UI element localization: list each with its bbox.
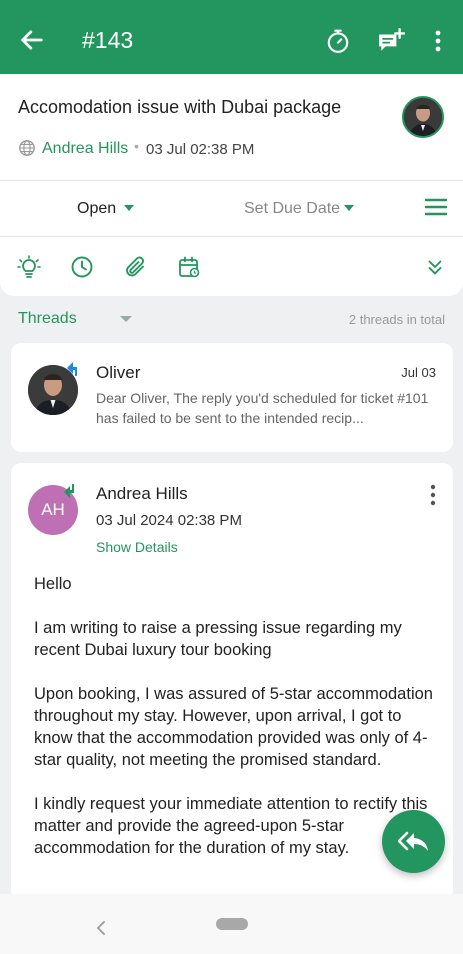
lightbulb-icon[interactable] [17,255,41,279]
timer-icon[interactable] [325,28,351,54]
more-vertical-icon[interactable] [425,483,441,507]
back-arrow-icon[interactable] [18,26,46,54]
nav-back-icon[interactable] [95,921,107,935]
show-details-link[interactable]: Show Details [96,539,178,555]
message-paragraph: Hello [34,575,72,593]
divider [0,236,463,237]
hamburger-menu-icon[interactable] [425,198,447,216]
incoming-arrow-icon [67,362,77,376]
message-paragraph: Upon booking, I was assured of 5-star ac… [34,685,433,769]
status-dropdown[interactable]: Open [77,200,116,218]
message-datetime: 03 Jul 2024 02:38 PM [96,512,242,529]
message-paragraph: I kindly request your immediate attentio… [34,795,428,857]
due-date-dropdown[interactable]: Set Due Date [244,200,340,218]
paperclip-icon[interactable] [123,255,147,279]
message-sender-name: Andrea Hills [96,484,188,503]
created-time: 03 Jul 02:38 PM [146,141,255,158]
thread-date: Jul 03 [401,365,436,380]
app-bar: #143 [0,0,463,74]
globe-icon [19,140,35,156]
status-caret-icon[interactable] [124,205,134,211]
ticket-subject: Accomodation issue with Dubai package [18,97,342,117]
thread-preview: Dear Oliver, The reply you'd scheduled f… [96,390,429,426]
nav-home-pill[interactable] [216,918,248,930]
double-chevron-down-icon[interactable] [424,255,446,279]
clock-icon[interactable] [70,255,94,279]
requester-name[interactable]: Andrea Hills [42,140,128,158]
add-note-icon[interactable] [377,28,405,54]
due-date-caret-icon[interactable] [344,205,354,211]
incoming-arrow-icon [64,484,74,498]
ticket-header-card: Accomodation issue with Dubai package An… [0,74,463,296]
calendar-icon[interactable] [177,255,201,279]
threads-filter[interactable]: Threads [18,310,77,328]
threads-count: 2 threads in total [348,312,445,327]
person-photo-icon [404,98,442,136]
reply-all-button[interactable] [382,810,445,873]
reply-all-icon [397,831,428,851]
ticket-number: #143 [82,27,134,53]
more-vertical-icon[interactable] [428,29,448,53]
message-paragraph: I am writing to raise a pressing issue r… [34,619,402,659]
message-body: Hello I am writing to raise a pressing i… [34,573,439,881]
divider [0,180,463,181]
thread-item[interactable]: Oliver Jul 03 Dear Oliver, The reply you… [11,343,453,452]
agent-avatar[interactable] [402,96,444,138]
threads-caret-icon[interactable] [120,316,132,322]
thread-sender-name: Oliver [96,363,141,382]
separator-dot: • [134,138,139,154]
